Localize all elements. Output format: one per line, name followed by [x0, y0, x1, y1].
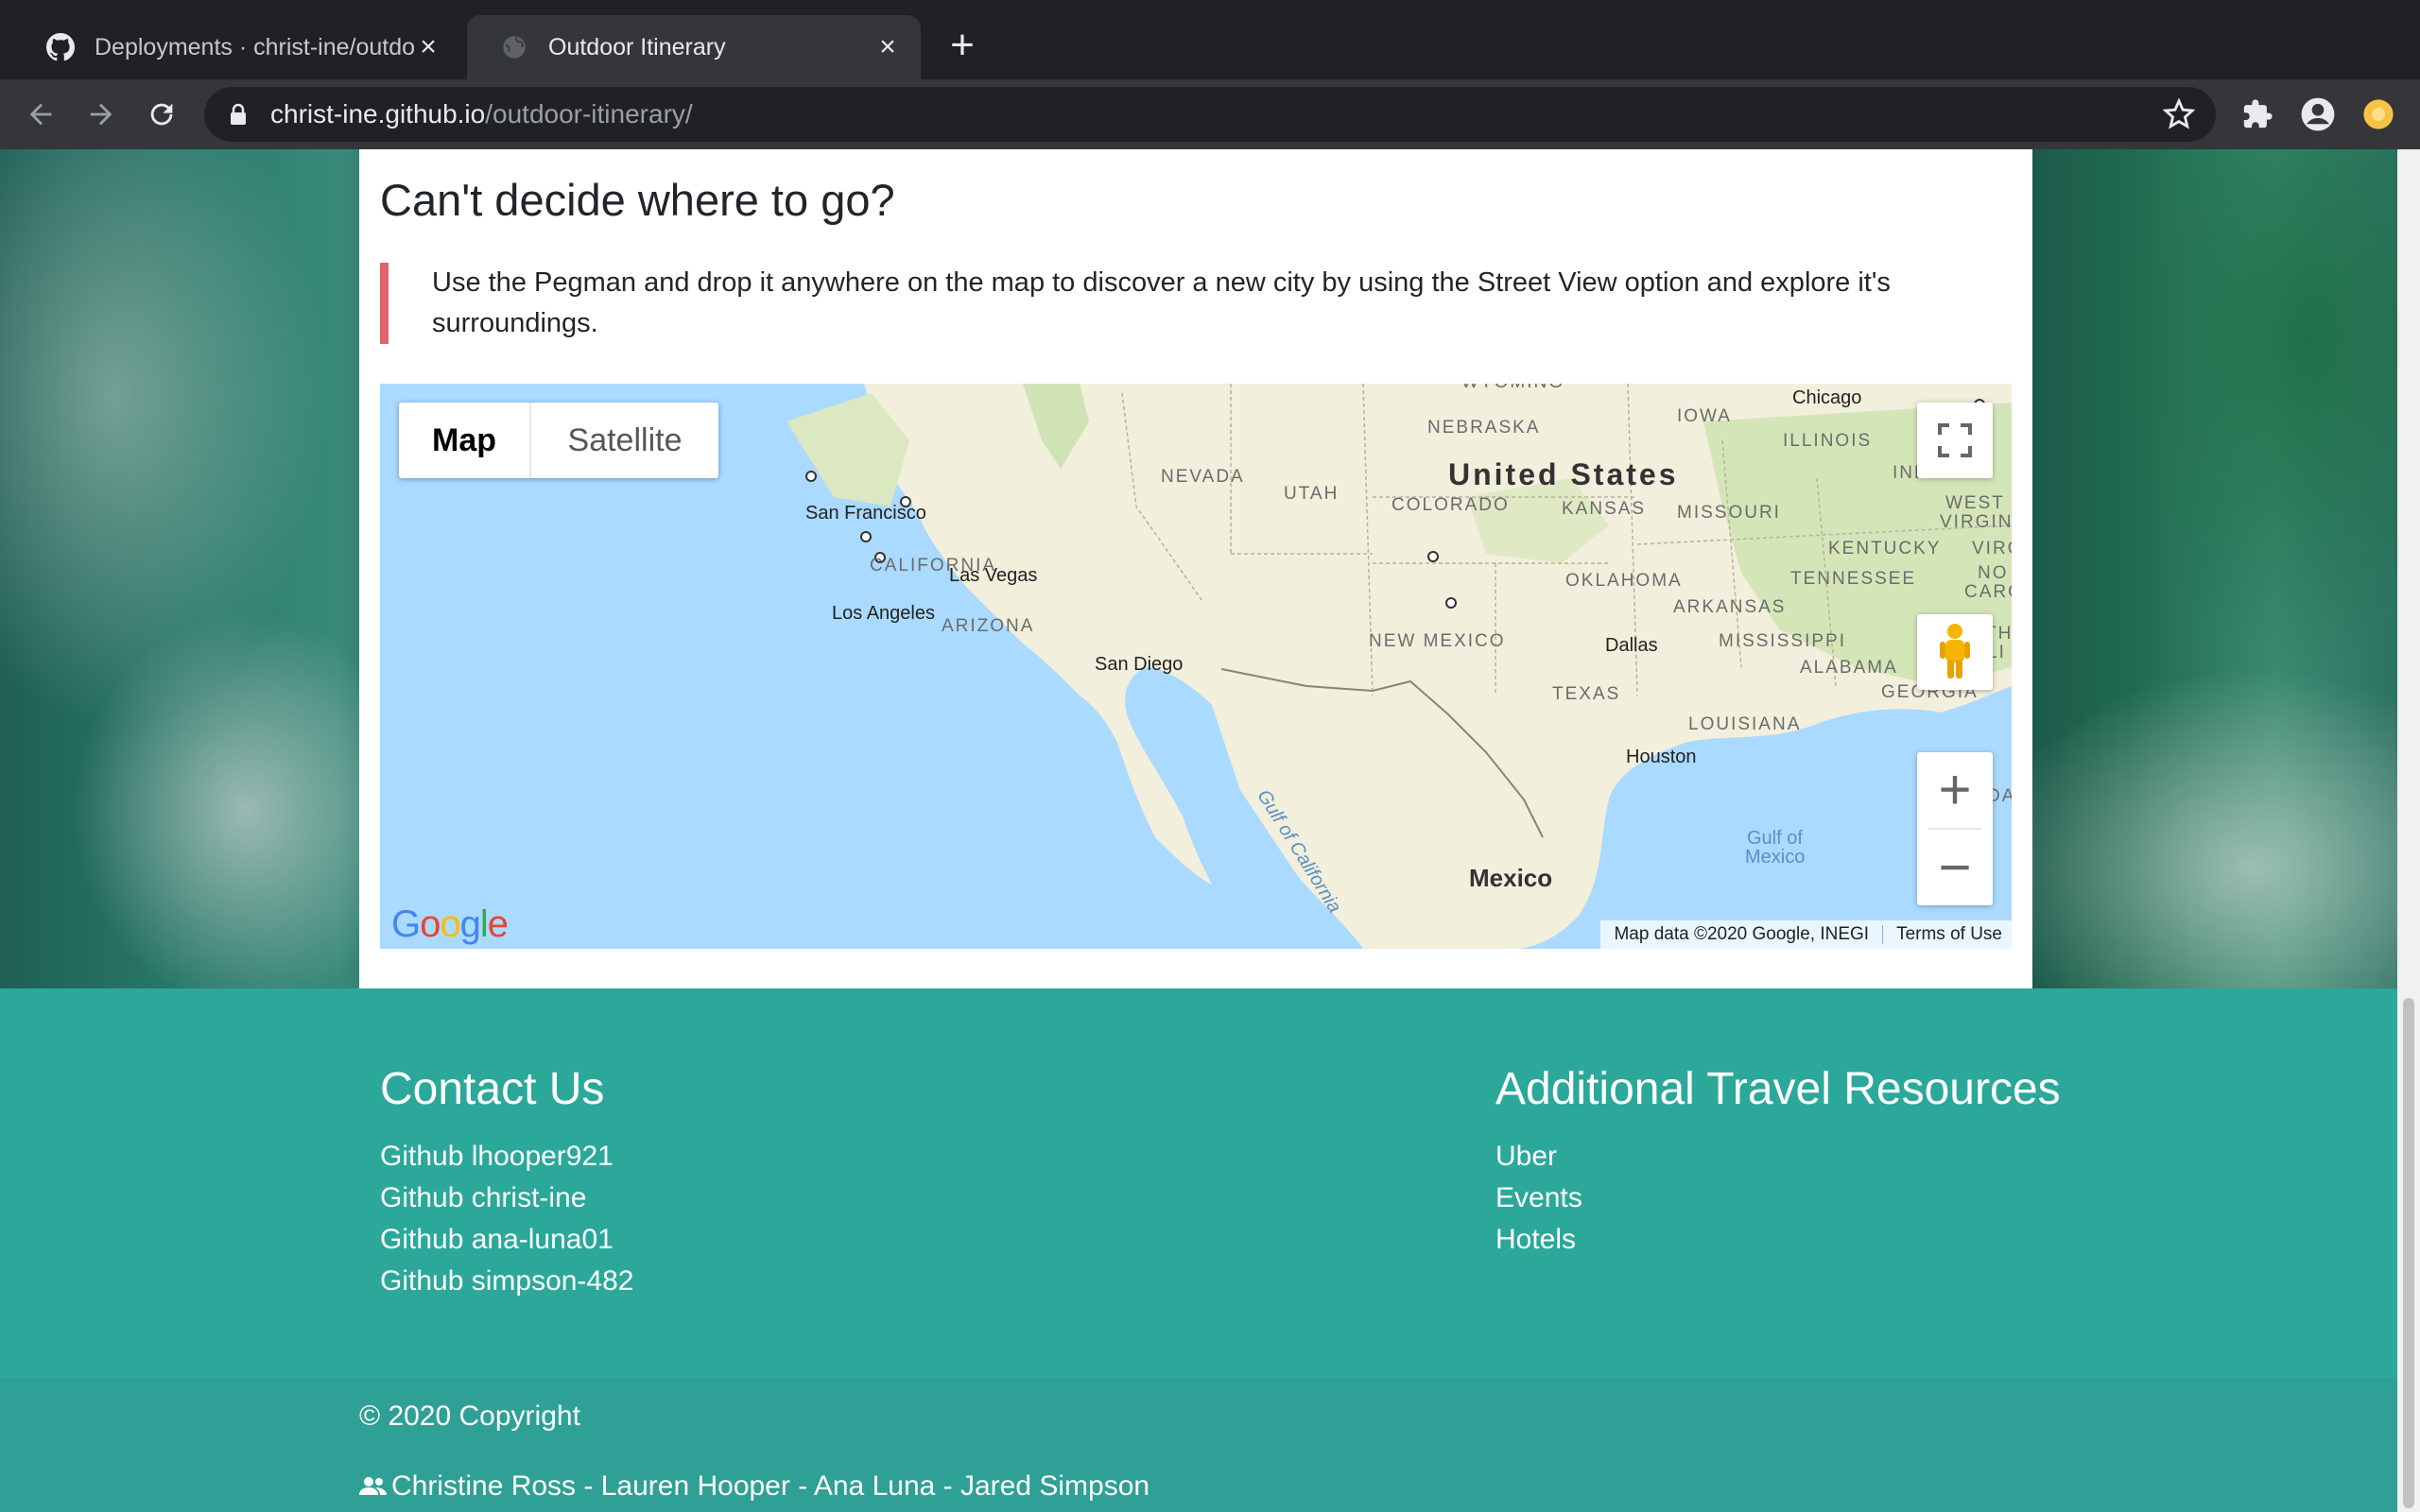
lock-icon — [229, 102, 253, 127]
map-label-state: CARO — [1964, 582, 2012, 602]
map-label-state: NEW MEXICO — [1369, 631, 1506, 651]
section-title: Can't decide where to go? — [380, 175, 895, 225]
address-bar[interactable]: christ-ine.github.io/outdoor-itinerary/ — [204, 87, 2216, 142]
bookmark-star-icon[interactable] — [2162, 97, 2196, 130]
reload-icon[interactable] — [140, 93, 183, 136]
content-card: Can't decide where to go? Use the Pegman… — [359, 149, 2032, 988]
zoom-in-button[interactable]: + — [1917, 752, 1993, 828]
map-label-state: NO — [1978, 563, 2009, 583]
map-label-state: WYOMING — [1461, 384, 1564, 393]
url-path: /outdoor-itinerary/ — [485, 99, 693, 129]
extensions-puzzle-icon[interactable] — [2238, 95, 2276, 133]
map-label-state: ALABAMA — [1800, 658, 1898, 678]
zoom-control: + − — [1917, 752, 1993, 905]
resource-link-events[interactable]: Events — [1495, 1177, 2063, 1219]
footer-copyright-bar: © 2020 Copyright Christine Ross - Lauren… — [0, 1378, 2397, 1512]
back-arrow-icon[interactable] — [19, 93, 62, 136]
contact-column: Contact Us Github lhooper921 Github chri… — [380, 1064, 633, 1302]
tab-deployments[interactable]: Deployments · christ-ine/outdoor-itinera… — [13, 15, 461, 79]
map-label-city: Los Angeles — [832, 603, 935, 624]
browser-tab-bar: Deployments · christ-ine/outdoor-itinera… — [0, 0, 2420, 79]
page-scrollbar[interactable] — [2397, 149, 2420, 1512]
map-label-state: IOWA — [1677, 406, 1732, 426]
map-label-city: Houston — [1626, 747, 1697, 767]
profile-avatar-icon[interactable] — [2299, 95, 2337, 133]
browser-toolbar: christ-ine.github.io/outdoor-itinerary/ — [0, 79, 2420, 149]
map-label-water: Mexico — [1745, 847, 1806, 868]
globe-icon — [499, 32, 529, 62]
resource-link-uber[interactable]: Uber — [1495, 1136, 2063, 1177]
map-data-attribution: Map data ©2020 Google, INEGI — [1614, 924, 1870, 944]
scrollbar-thumb[interactable] — [2403, 998, 2414, 1508]
map-label-state: ARIZONA — [942, 616, 1035, 636]
contact-link[interactable]: Github ana-luna01 — [380, 1219, 633, 1261]
footer: Contact Us Github lhooper921 Github chri… — [0, 988, 2397, 1378]
map-label-state: MISSOURI — [1677, 503, 1781, 523]
pegman-tip-quote: Use the Pegman and drop it anywhere on t… — [380, 263, 2008, 344]
map-label-country: Mexico — [1469, 864, 1553, 892]
map-label-country: United States — [1448, 457, 1679, 491]
tab-title: Deployments · christ-ine/outdoor-itinera… — [95, 33, 414, 60]
terms-of-use-link[interactable]: Terms of Use — [1896, 924, 2002, 945]
map-label-state: NEVADA — [1161, 467, 1245, 487]
map-label-city: Chicago — [1792, 387, 1862, 408]
resources-column: Additional Travel Resources Uber Events … — [1495, 1064, 2063, 1261]
street-view-pegman-button[interactable] — [1917, 614, 1993, 690]
map-type-satellite-button[interactable]: Satellite — [531, 403, 718, 478]
map-type-control: Map Satellite — [399, 403, 718, 478]
map-label-state: KENTUCKY — [1828, 539, 1942, 558]
map-label-state: TEXAS — [1552, 684, 1621, 704]
map-label-state: VIRG — [1972, 539, 2012, 558]
google-map[interactable]: WYOMING NEBRASKA IOWA Chicago ILLINOIS I… — [380, 384, 2012, 949]
map-label-state: OKLAHOMA — [1565, 571, 1683, 591]
map-label-state: KANSAS — [1562, 499, 1647, 519]
map-type-map-button[interactable]: Map — [399, 403, 531, 478]
close-tab-icon[interactable]: × — [414, 31, 442, 62]
people-icon — [359, 1477, 387, 1495]
fullscreen-icon — [1938, 423, 1972, 457]
page-viewport: Can't decide where to go? Use the Pegman… — [0, 149, 2420, 1512]
map-label-city: Dallas — [1605, 635, 1658, 656]
map-label-state: UTAH — [1284, 484, 1340, 504]
map-label-city: San Francisco — [805, 503, 926, 524]
tab-title: Outdoor Itinerary — [548, 33, 726, 60]
map-label-state: ARKANSAS — [1673, 597, 1787, 617]
credits-names: Christine Ross - Lauren Hooper - Ana Lun… — [391, 1470, 1150, 1502]
map-label-state: COLORADO — [1392, 495, 1510, 515]
new-tab-button[interactable]: + — [943, 25, 981, 66]
contact-link[interactable]: Github christ-ine — [380, 1177, 633, 1219]
map-label-state: NEBRASKA — [1427, 418, 1541, 438]
extension-badge-icon[interactable] — [2360, 95, 2397, 133]
map-label-state: ILLINOIS — [1783, 431, 1873, 451]
fullscreen-button[interactable] — [1917, 403, 1993, 478]
url-host: christ-ine.github.io — [270, 99, 486, 129]
pegman-icon — [1940, 624, 1970, 679]
contact-heading: Contact Us — [380, 1064, 605, 1114]
close-tab-icon[interactable]: × — [873, 31, 902, 62]
resource-link-hotels[interactable]: Hotels — [1495, 1219, 2063, 1261]
map-label-state: WEST — [1945, 493, 2005, 513]
copyright-text: © 2020 Copyright — [359, 1400, 580, 1432]
attribution-separator — [1882, 925, 1884, 944]
tab-outdoor-itinerary[interactable]: Outdoor Itinerary × — [467, 15, 921, 79]
forward-arrow-icon[interactable] — [79, 93, 123, 136]
map-label-state: TENNESSEE — [1790, 569, 1917, 589]
google-logo: Google — [391, 903, 509, 945]
map-label-state: MISSISSIPPI — [1719, 631, 1846, 651]
map-attribution: Map data ©2020 Google, INEGI Terms of Us… — [1600, 920, 2012, 949]
map-label-state: VIRGINI — [1940, 512, 2012, 532]
contact-link[interactable]: Github lhooper921 — [380, 1136, 633, 1177]
credits: Christine Ross - Lauren Hooper - Ana Lun… — [359, 1470, 1150, 1503]
zoom-out-button[interactable]: − — [1917, 830, 1993, 905]
map-label-city: San Diego — [1095, 654, 1184, 675]
github-icon — [45, 32, 76, 62]
resources-heading: Additional Travel Resources — [1495, 1064, 2061, 1114]
map-label-state: LOUISIANA — [1688, 714, 1802, 734]
map-label-city: Las Vegas — [949, 565, 1038, 586]
contact-link[interactable]: Github simpson-482 — [380, 1261, 633, 1302]
